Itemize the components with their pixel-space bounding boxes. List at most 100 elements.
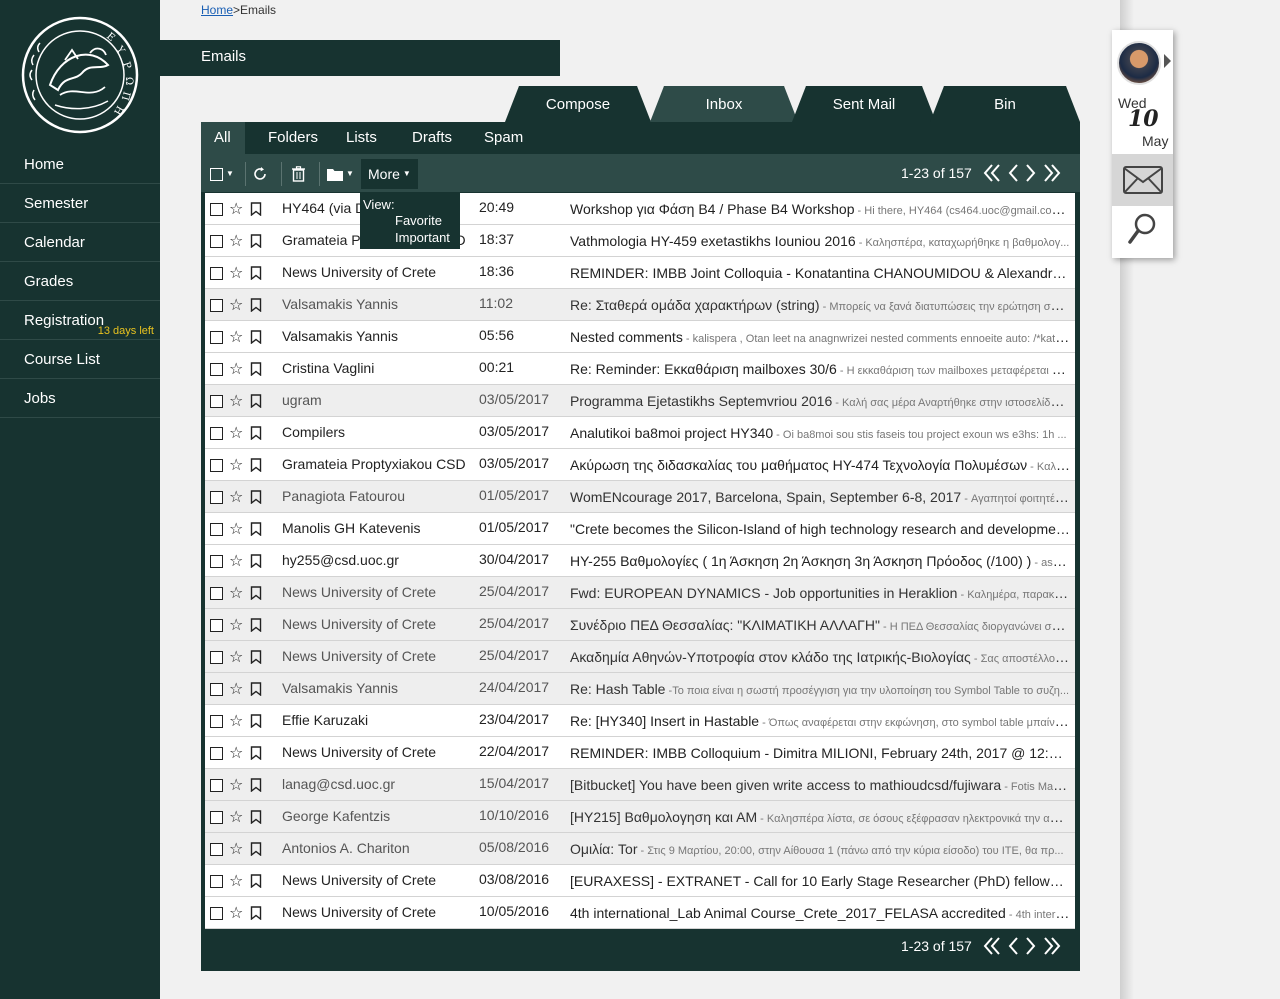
bookmark-icon[interactable] — [250, 458, 262, 472]
email-row[interactable]: ☆ Valsamakis Yannis 05:56 Nested comments -… — [205, 321, 1075, 353]
email-row[interactable]: ☆ News University of Crete 25/04/2017 Fwd: … — [205, 577, 1075, 609]
row-checkbox[interactable] — [210, 299, 223, 312]
row-checkbox[interactable] — [210, 459, 223, 472]
email-row[interactable]: ☆ Antonios A. Chariton 05/08/2016 Ομιλία: T… — [205, 833, 1075, 865]
email-row[interactable]: ☆ lanag@csd.uoc.gr 15/04/2017 [Bitbucket] Y… — [205, 769, 1075, 801]
row-checkbox[interactable] — [210, 907, 223, 920]
bookmark-icon[interactable] — [250, 778, 262, 792]
avatar[interactable] — [1117, 41, 1161, 85]
chevron-right-icon[interactable] — [1164, 54, 1171, 68]
email-row[interactable]: ☆ Panagiota Fatourou 01/05/2017 WomENcourag… — [205, 481, 1075, 513]
bookmark-icon[interactable] — [250, 234, 262, 248]
star-icon[interactable]: ☆ — [229, 199, 243, 219]
email-row[interactable]: ☆ News University of Crete 03/08/2016 [EURA… — [205, 865, 1075, 897]
bookmark-icon[interactable] — [250, 490, 262, 504]
bookmark-icon[interactable] — [250, 650, 262, 664]
bookmark-icon[interactable] — [250, 618, 262, 632]
row-checkbox[interactable] — [210, 203, 223, 216]
subtab-drafts[interactable]: Drafts — [412, 122, 452, 154]
row-checkbox[interactable] — [210, 395, 223, 408]
email-row[interactable]: ☆ News University of Crete 10/05/2016 4th i… — [205, 897, 1075, 929]
first-page-icon[interactable] — [982, 936, 1002, 956]
row-checkbox[interactable] — [210, 811, 223, 824]
bookmark-icon[interactable] — [250, 810, 262, 824]
email-row[interactable]: ☆ Compilers 03/05/2017 Analutikoi ba8moi pr… — [205, 417, 1075, 449]
nav-item-jobs[interactable]: Jobs — [0, 379, 160, 418]
university-seal-logo[interactable]: Ε Υ Ρ Ω Π Η — [20, 15, 140, 135]
view-important-option[interactable]: Important — [395, 230, 450, 245]
email-row[interactable]: ☆ ugram 03/05/2017 Programma Ejetastikhs Se… — [205, 385, 1075, 417]
row-checkbox[interactable] — [210, 363, 223, 376]
email-row[interactable]: ☆ News University of Crete 22/04/2017 REMIN… — [205, 737, 1075, 769]
subtab-folders[interactable]: Folders — [268, 122, 318, 154]
row-checkbox[interactable] — [210, 843, 223, 856]
row-checkbox[interactable] — [210, 555, 223, 568]
row-checkbox[interactable] — [210, 651, 223, 664]
more-dropdown[interactable]: More ▼ — [361, 159, 418, 189]
email-row[interactable]: ☆ George Kafentzis 10/10/2016 [HY215] Βαθμο… — [205, 801, 1075, 833]
last-page-icon[interactable] — [1042, 936, 1062, 956]
mail-button[interactable] — [1112, 154, 1173, 206]
nav-item-semester[interactable]: Semester — [0, 184, 160, 223]
row-checkbox[interactable] — [210, 491, 223, 504]
email-row[interactable]: ☆ Valsamakis Yannis 24/04/2017 Re: Hash Tab… — [205, 673, 1075, 705]
nav-item-registration[interactable]: Registration 13 days left — [0, 301, 160, 340]
star-icon[interactable]: ☆ — [229, 839, 243, 859]
subtab-lists[interactable]: Lists — [346, 122, 377, 154]
bookmark-icon[interactable] — [250, 554, 262, 568]
row-checkbox[interactable] — [210, 715, 223, 728]
star-icon[interactable]: ☆ — [229, 359, 243, 379]
bookmark-icon[interactable] — [250, 202, 262, 216]
row-checkbox[interactable] — [210, 875, 223, 888]
tab-bin[interactable]: Bin — [930, 86, 1080, 122]
bookmark-icon[interactable] — [250, 298, 262, 312]
refresh-button[interactable] — [252, 161, 268, 187]
bookmark-icon[interactable] — [250, 842, 262, 856]
email-row[interactable]: ☆ News University of Crete 18:36 REMINDER: … — [205, 257, 1075, 289]
star-icon[interactable]: ☆ — [229, 615, 243, 635]
next-page-icon[interactable] — [1024, 163, 1038, 183]
bookmark-icon[interactable] — [250, 330, 262, 344]
star-icon[interactable]: ☆ — [229, 487, 243, 507]
last-page-icon[interactable] — [1042, 163, 1062, 183]
star-icon[interactable]: ☆ — [229, 327, 243, 347]
email-row[interactable]: ☆ Manolis GH Katevenis 01/05/2017 "Crete be… — [205, 513, 1075, 545]
tab-compose[interactable]: Compose — [505, 86, 651, 122]
star-icon[interactable]: ☆ — [229, 519, 243, 539]
first-page-icon[interactable] — [982, 163, 1002, 183]
email-row[interactable]: ☆ Cristina Vaglini 00:21 Re: Reminder: Εκκα… — [205, 353, 1075, 385]
row-checkbox[interactable] — [210, 747, 223, 760]
move-to-folder-dropdown[interactable]: ▼ — [327, 161, 354, 187]
tab-sent-mail[interactable]: Sent Mail — [792, 86, 936, 122]
email-row[interactable]: ☆ News University of Crete 25/04/2017 Συνέδ… — [205, 609, 1075, 641]
star-icon[interactable]: ☆ — [229, 743, 243, 763]
bookmark-icon[interactable] — [250, 682, 262, 696]
star-icon[interactable]: ☆ — [229, 871, 243, 891]
star-icon[interactable]: ☆ — [229, 391, 243, 411]
bookmark-icon[interactable] — [250, 906, 262, 920]
row-checkbox[interactable] — [210, 523, 223, 536]
row-checkbox[interactable] — [210, 619, 223, 632]
star-icon[interactable]: ☆ — [229, 583, 243, 603]
next-page-icon[interactable] — [1024, 936, 1038, 956]
row-checkbox[interactable] — [210, 267, 223, 280]
row-checkbox[interactable] — [210, 587, 223, 600]
nav-item-course-list[interactable]: Course List — [0, 340, 160, 379]
email-row[interactable]: ☆ Effie Karuzaki 23/04/2017 Re: [HY340] Ins… — [205, 705, 1075, 737]
row-checkbox[interactable] — [210, 683, 223, 696]
star-icon[interactable]: ☆ — [229, 647, 243, 667]
bookmark-icon[interactable] — [250, 714, 262, 728]
bookmark-icon[interactable] — [250, 746, 262, 760]
bookmark-icon[interactable] — [250, 266, 262, 280]
row-checkbox[interactable] — [210, 427, 223, 440]
star-icon[interactable]: ☆ — [229, 711, 243, 731]
email-row[interactable]: ☆ hy255@csd.uoc.gr 30/04/2017 HY-255 Βαθμολ… — [205, 545, 1075, 577]
email-row[interactable]: ☆ Gramateia Proptyxiakou CSD 03/05/2017 Ακύ… — [205, 449, 1075, 481]
star-icon[interactable]: ☆ — [229, 679, 243, 699]
breadcrumb-home-link[interactable]: Home — [201, 3, 233, 17]
star-icon[interactable]: ☆ — [229, 775, 243, 795]
star-icon[interactable]: ☆ — [229, 455, 243, 475]
delete-button[interactable] — [291, 161, 306, 187]
prev-page-icon[interactable] — [1006, 936, 1020, 956]
star-icon[interactable]: ☆ — [229, 231, 243, 251]
